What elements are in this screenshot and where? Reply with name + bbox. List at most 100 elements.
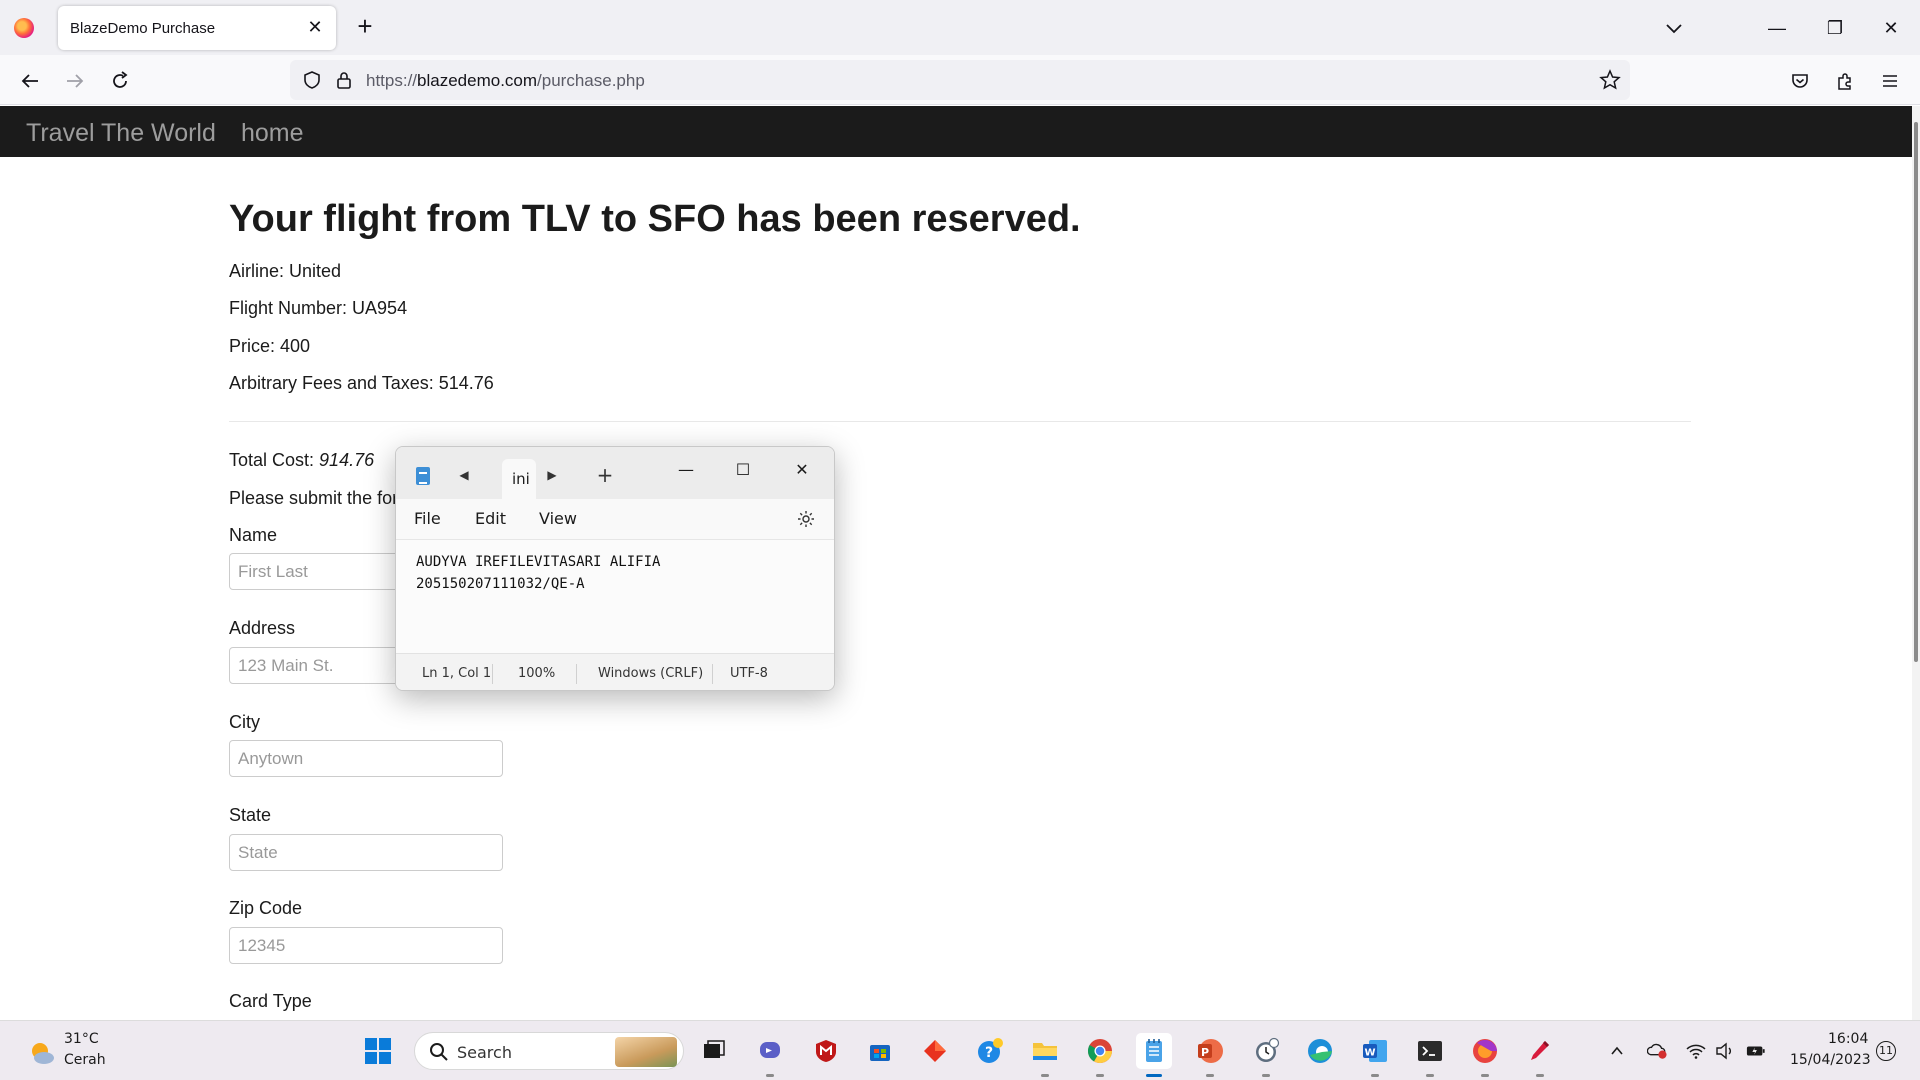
battery-charging-icon[interactable] <box>1746 1041 1766 1061</box>
fees-text: Arbitrary Fees and Taxes: 514.76 <box>229 373 494 393</box>
url-host: blazedemo.com <box>417 71 538 90</box>
card-type-label: Card Type <box>229 991 312 1011</box>
forward-arrow-icon[interactable] <box>59 65 91 97</box>
mcafee-icon[interactable] <box>808 1033 844 1069</box>
tab-title: BlazeDemo Purchase <box>70 20 216 37</box>
notepad-maximize-button[interactable]: ☐ <box>723 455 763 485</box>
new-tab-button[interactable]: + <box>350 12 380 42</box>
url-path: /purchase.php <box>537 71 645 90</box>
file-explorer-icon[interactable] <box>1027 1033 1063 1077</box>
back-arrow-icon[interactable] <box>14 65 46 97</box>
extensions-puzzle-icon[interactable] <box>1829 65 1861 97</box>
svg-text:P: P <box>1201 1046 1209 1059</box>
microsoft-store-icon[interactable] <box>862 1033 898 1069</box>
taskbar: 31°C Cerah Search ? P W 16:04 15/04/2023… <box>0 1020 1920 1080</box>
menu-edit[interactable]: Edit <box>475 509 506 528</box>
search-label: Search <box>457 1043 512 1062</box>
running-indicator <box>1426 1074 1434 1077</box>
help-icon[interactable]: ? <box>972 1033 1008 1069</box>
url-scheme: https:// <box>366 71 418 90</box>
terminal-icon[interactable] <box>1412 1033 1448 1077</box>
address-bar[interactable]: https://blazedemo.com/purchase.php <box>290 60 1630 100</box>
powerpoint-icon[interactable]: P <box>1192 1033 1228 1077</box>
onedrive-error-icon[interactable] <box>1647 1041 1667 1061</box>
firefox-logo-icon <box>14 18 34 38</box>
svg-text:?: ? <box>985 1045 993 1061</box>
status-separator <box>576 664 577 684</box>
browser-tab[interactable]: BlazeDemo Purchase ✕ <box>58 6 336 50</box>
windows-start-icon[interactable] <box>364 1037 392 1065</box>
edge-icon[interactable] <box>1302 1033 1338 1069</box>
shield-icon[interactable] <box>296 64 328 96</box>
running-indicator <box>1262 1074 1270 1077</box>
total-cost-label: Total Cost: <box>229 450 320 470</box>
running-indicator <box>1041 1074 1049 1077</box>
chrome-icon[interactable] <box>1082 1033 1118 1077</box>
notepad-taskbar-icon[interactable] <box>1136 1033 1172 1077</box>
pen-app-icon[interactable] <box>1522 1033 1558 1077</box>
search-icon <box>429 1042 449 1062</box>
weather-sun-cloud-icon[interactable] <box>28 1039 56 1067</box>
running-indicator <box>1536 1074 1544 1077</box>
notepad-minimize-button[interactable]: — <box>666 455 706 485</box>
taskbar-search-box[interactable]: Search <box>414 1032 684 1070</box>
new-tab-plus-icon[interactable]: + <box>595 465 615 485</box>
home-link[interactable]: home <box>241 119 304 148</box>
city-input[interactable] <box>229 740 503 777</box>
speaker-icon[interactable] <box>1715 1041 1735 1061</box>
notepad-window[interactable]: ◀ ini ▶ + — ☐ ✕ File Edit View AUDYVA IR… <box>395 446 835 691</box>
notepad-tab[interactable]: ini <box>502 459 536 499</box>
hamburger-menu-icon[interactable] <box>1874 65 1906 97</box>
gear-icon[interactable] <box>796 509 816 529</box>
url-text[interactable]: https://blazedemo.com/purchase.php <box>366 71 645 91</box>
list-all-tabs-icon[interactable] <box>1660 14 1688 42</box>
running-indicator <box>1371 1074 1379 1077</box>
clock-date[interactable]: 15/04/2023 <box>1790 1052 1871 1068</box>
clock-time[interactable]: 16:04 <box>1828 1031 1868 1047</box>
notepad-menubar: File Edit View <box>396 499 834 539</box>
notepad-text-area[interactable]: AUDYVA IREFILEVITASARI ALIFIA 2051502071… <box>396 539 834 653</box>
notification-count-badge[interactable]: 11 <box>1876 1041 1896 1061</box>
pocket-icon[interactable] <box>1784 65 1816 97</box>
menu-file[interactable]: File <box>414 509 441 528</box>
notepad-line: AUDYVA IREFILEVITASARI ALIFIA <box>416 554 661 570</box>
tab-scroll-left-icon[interactable]: ◀ <box>454 465 474 485</box>
zip-code-input[interactable] <box>229 927 503 964</box>
minimize-window-button[interactable]: — <box>1754 10 1800 46</box>
task-view-icon[interactable] <box>696 1033 732 1069</box>
diamond-app-icon[interactable] <box>917 1033 953 1069</box>
reload-icon[interactable] <box>104 65 136 97</box>
running-indicator <box>1096 1074 1104 1077</box>
firefox-taskbar-icon[interactable] <box>1467 1033 1503 1077</box>
notepad-app-icon <box>416 467 430 485</box>
restore-window-button[interactable]: ❐ <box>1812 10 1858 46</box>
zoom-level: 100% <box>518 666 556 681</box>
site-brand-link[interactable]: Travel The World <box>26 119 216 148</box>
state-input[interactable] <box>229 834 503 871</box>
weather-description[interactable]: Cerah <box>64 1052 106 1068</box>
word-icon[interactable]: W <box>1357 1033 1393 1077</box>
tab-close-icon[interactable]: ✕ <box>304 16 326 38</box>
running-indicator <box>766 1074 774 1077</box>
wifi-icon[interactable] <box>1686 1041 1706 1061</box>
chevron-up-icon[interactable] <box>1607 1041 1627 1061</box>
tab-scroll-right-icon[interactable]: ▶ <box>542 465 562 485</box>
status-separator <box>712 664 713 684</box>
notepad-titlebar[interactable]: ◀ ini ▶ + — ☐ ✕ <box>396 447 834 499</box>
weather-temperature[interactable]: 31°C <box>64 1031 99 1047</box>
menu-view[interactable]: View <box>539 509 577 528</box>
notepad-tab-label: ini <box>512 470 530 488</box>
scrollbar-thumb[interactable] <box>1914 122 1918 662</box>
notepad-close-button[interactable]: ✕ <box>782 455 822 485</box>
teams-chat-icon[interactable] <box>752 1033 788 1077</box>
clock-app-icon[interactable] <box>1248 1033 1284 1077</box>
bookmark-star-icon[interactable] <box>1594 64 1626 96</box>
line-ending: Windows (CRLF) <box>598 666 704 681</box>
close-window-button[interactable]: ✕ <box>1868 10 1914 46</box>
lock-icon[interactable] <box>328 64 360 96</box>
page-scrollbar[interactable] <box>1912 106 1920 1020</box>
flight-number-text: Flight Number: UA954 <box>229 298 408 318</box>
city-label: City <box>229 712 260 732</box>
state-label: State <box>229 805 272 825</box>
airline-text: Airline: United <box>229 261 342 281</box>
